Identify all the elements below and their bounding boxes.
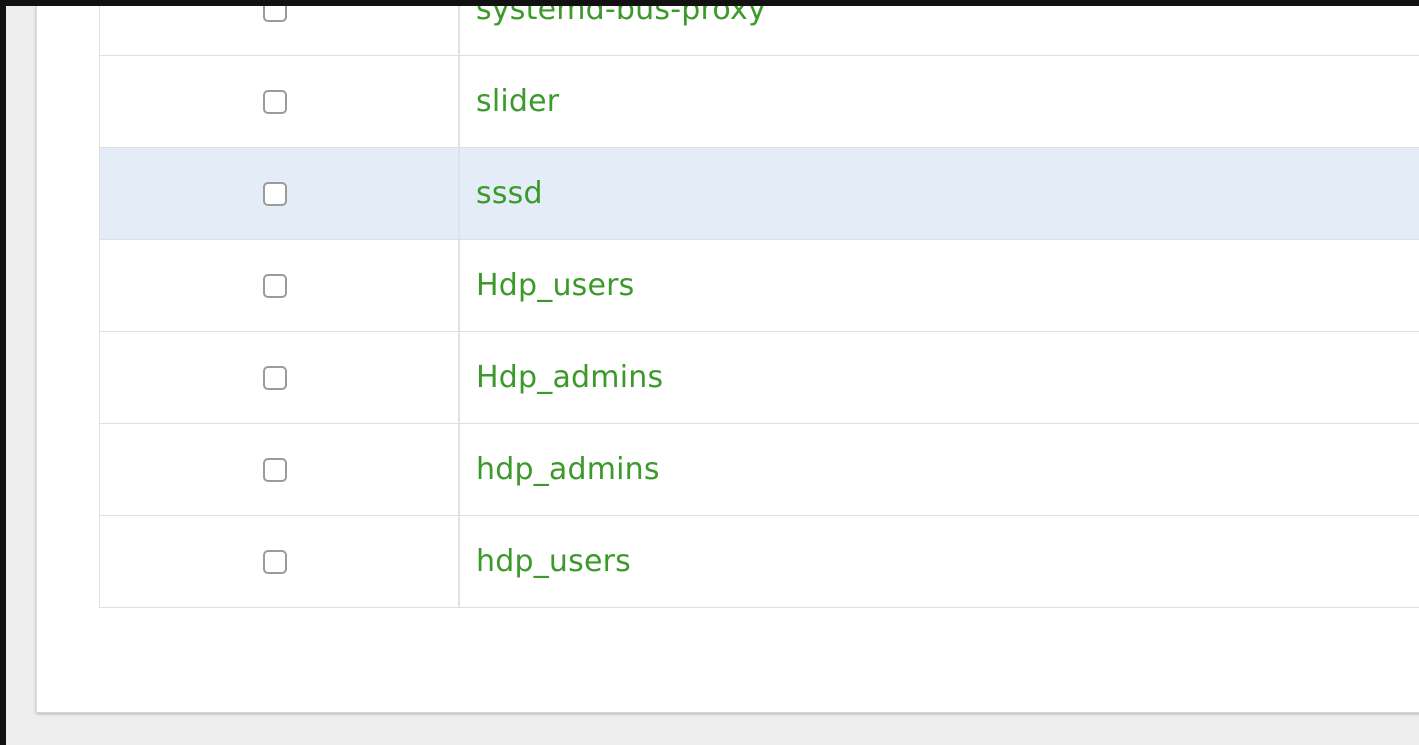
groups-table: systemd-bus-proxy slider sssd Hdp_users …: [99, 6, 1419, 608]
row-checkbox[interactable]: [263, 181, 287, 206]
table-row[interactable]: Hdp_users: [100, 240, 1419, 332]
checkbox-cell: [100, 424, 460, 515]
group-name-link[interactable]: sssd: [476, 176, 543, 211]
group-name-cell: hdp_admins: [460, 424, 1419, 515]
group-name-cell: Hdp_users: [460, 240, 1419, 331]
row-checkbox[interactable]: [263, 89, 287, 114]
group-name-cell: hdp_users: [460, 516, 1419, 607]
group-name-link[interactable]: Hdp_users: [476, 268, 635, 303]
group-name-link[interactable]: Hdp_admins: [476, 360, 663, 395]
checkbox-cell: [100, 148, 460, 239]
table-row[interactable]: systemd-bus-proxy: [100, 6, 1419, 56]
row-checkbox[interactable]: [263, 457, 287, 482]
groups-panel: systemd-bus-proxy slider sssd Hdp_users …: [36, 6, 1419, 713]
row-checkbox[interactable]: [263, 273, 287, 298]
group-name-cell: slider: [460, 56, 1419, 147]
group-name-cell: Hdp_admins: [460, 332, 1419, 423]
checkbox-cell: [100, 6, 460, 55]
checkbox-cell: [100, 332, 460, 423]
table-row[interactable]: Hdp_admins: [100, 332, 1419, 424]
row-checkbox[interactable]: [263, 549, 287, 574]
row-checkbox[interactable]: [263, 6, 287, 22]
group-name-cell: sssd: [460, 148, 1419, 239]
group-name-link[interactable]: systemd-bus-proxy: [476, 6, 766, 27]
table-row[interactable]: slider: [100, 56, 1419, 148]
checkbox-cell: [100, 516, 460, 607]
group-name-link[interactable]: slider: [476, 84, 559, 119]
table-row-highlighted[interactable]: sssd: [100, 148, 1419, 240]
checkbox-cell: [100, 240, 460, 331]
checkbox-cell: [100, 56, 460, 147]
row-checkbox[interactable]: [263, 365, 287, 390]
group-name-cell: systemd-bus-proxy: [460, 6, 1419, 55]
group-name-link[interactable]: hdp_admins: [476, 452, 660, 487]
table-row[interactable]: hdp_users: [100, 516, 1419, 608]
group-name-link[interactable]: hdp_users: [476, 544, 631, 579]
window-frame: systemd-bus-proxy slider sssd Hdp_users …: [0, 0, 1419, 745]
table-row[interactable]: hdp_admins: [100, 424, 1419, 516]
